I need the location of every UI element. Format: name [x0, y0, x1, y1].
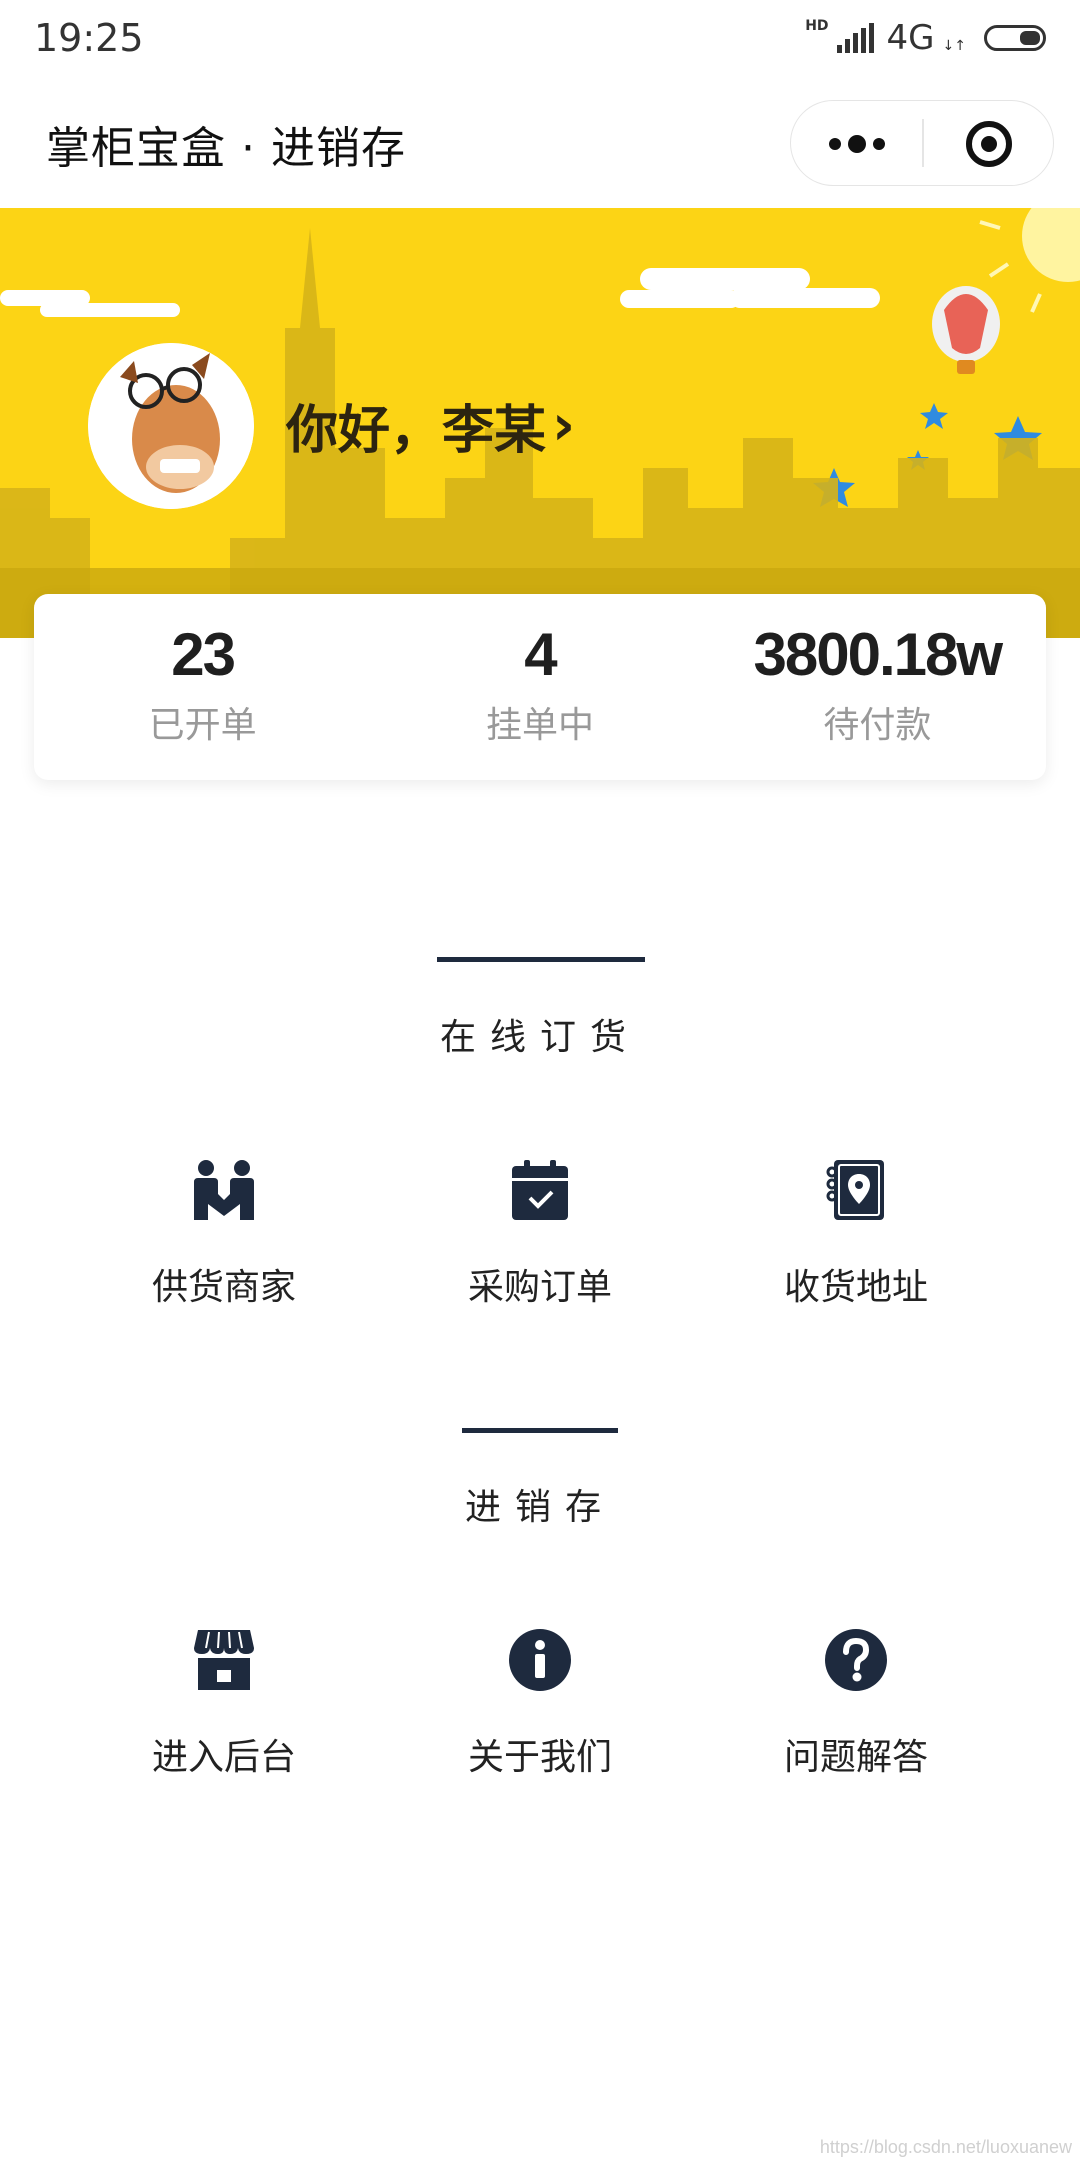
supplier-button[interactable]: 供货商家 [66, 1158, 382, 1310]
network-label: 4G [886, 18, 935, 58]
battery-icon [984, 25, 1046, 51]
status-bar: 19:25 HD 4G ↓↑ [0, 0, 1080, 78]
grid-label: 进入后台 [151, 1737, 296, 1778]
stat-value: 23 [171, 621, 236, 688]
grid-label: 关于我们 [467, 1737, 612, 1778]
section-divider [462, 1428, 618, 1433]
grid-label: 收货地址 [783, 1267, 928, 1308]
cartoon-horse-avatar [88, 343, 254, 509]
close-button[interactable] [923, 101, 1055, 187]
mini-program-capsule [790, 100, 1054, 186]
greeting-text: 你好，李某 [286, 401, 547, 461]
data-arrows: ↓↑ [942, 38, 966, 54]
faq-button[interactable]: 问题解答 [698, 1628, 1014, 1780]
section-title-inventory: 进销存 [464, 1487, 615, 1528]
signal-icon [836, 23, 874, 53]
address-book-icon [826, 1160, 884, 1220]
calendar-check-icon [512, 1160, 568, 1220]
status-indicators: HD 4G ↓↑ [805, 16, 1046, 60]
status-time: 19:25 [34, 16, 144, 60]
profile-banner: 你好，李某 › [0, 208, 1080, 638]
stat-awaiting-payment[interactable]: 3800.18w 待付款 [709, 594, 1046, 780]
watermark: https://blog.csdn.net/luoxuanew [819, 2137, 1072, 2157]
inventory-grid: 进入后台 关于我们 问题解答 [0, 1628, 1080, 1780]
question-icon [825, 1629, 887, 1691]
handshake-icon [194, 1160, 254, 1220]
target-icon [966, 121, 1012, 167]
stat-label: 已开单 [148, 705, 257, 746]
stats-card: 23 已开单 4 挂单中 3800.18w 待付款 [34, 594, 1046, 780]
hd-label: HD [805, 18, 829, 34]
stat-value: 3800.18w [753, 621, 1004, 688]
stat-label: 待付款 [823, 705, 932, 746]
avatar[interactable] [88, 343, 254, 509]
page-title: 掌柜宝盒 · 进销存 [46, 123, 406, 174]
shipping-address-button[interactable]: 收货地址 [698, 1158, 1014, 1310]
stat-label: 挂单中 [485, 705, 594, 746]
grid-label: 问题解答 [783, 1737, 928, 1778]
purchase-orders-button[interactable]: 采购订单 [382, 1158, 698, 1310]
section-title-online: 在线订货 [439, 1017, 640, 1058]
chevron-right-icon: › [552, 393, 576, 458]
stat-value: 4 [524, 621, 557, 688]
more-button[interactable] [791, 101, 923, 187]
greeting-link[interactable]: 你好，李某 › [286, 388, 575, 463]
stat-opened-orders[interactable]: 23 已开单 [34, 594, 371, 780]
stat-pending-orders[interactable]: 4 挂单中 [371, 594, 708, 780]
info-icon [509, 1629, 571, 1691]
grid-label: 供货商家 [151, 1267, 296, 1308]
about-us-button[interactable]: 关于我们 [382, 1628, 698, 1780]
nav-bar: 掌柜宝盒 · 进销存 [0, 78, 1080, 208]
enter-backend-button[interactable]: 进入后台 [66, 1628, 382, 1780]
grid-label: 采购订单 [467, 1267, 612, 1308]
more-dots-icon [829, 135, 885, 153]
section-divider [437, 957, 645, 962]
online-grid: 供货商家 采购订单 收货地址 [0, 1158, 1080, 1310]
store-icon [194, 1630, 254, 1690]
